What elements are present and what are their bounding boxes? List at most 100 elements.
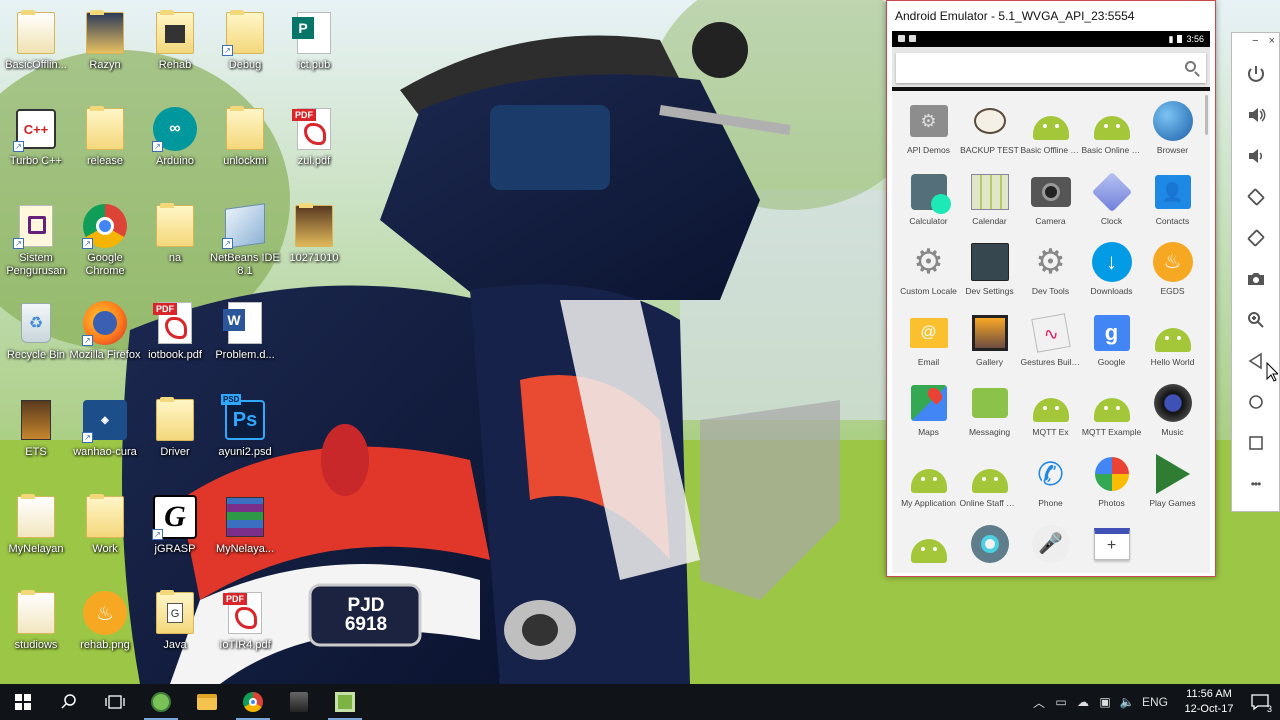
desktop-icon-mozilla-firefox[interactable]: ↗ Mozilla Firefox <box>69 290 141 382</box>
overview-button[interactable] <box>1241 422 1271 463</box>
desktop-icon-iotbook-pdf[interactable]: PDF iotbook.pdf <box>139 290 211 382</box>
app-add-widget[interactable]: + <box>1081 524 1142 573</box>
tray-volume[interactable]: 🔈 <box>1116 684 1138 720</box>
desktop-icon-problem-doc[interactable]: W Problem.d... <box>209 290 281 382</box>
app-email[interactable]: @ Email <box>898 313 959 384</box>
app-online-staff[interactable]: Online Staff M... <box>959 454 1020 525</box>
desktop-icon-iotir4-pdf[interactable]: PDF IoTIR4.pdf <box>209 580 281 672</box>
app-android-partial[interactable] <box>898 524 959 573</box>
desktop-icon-rehab[interactable]: Rehab <box>139 0 211 92</box>
show-hidden-icons-button[interactable]: ︿ <box>1028 684 1050 720</box>
volume-down-button[interactable] <box>1241 135 1271 176</box>
taskbar-file-explorer[interactable] <box>184 684 230 720</box>
app-dev-tools[interactable]: ⚙ Dev Tools <box>1020 242 1081 313</box>
app-voice-search[interactable]: 🎤 <box>1020 524 1081 573</box>
android-emulator-window[interactable]: Android Emulator - 5.1_WVGA_API_23:5554 … <box>886 0 1216 577</box>
app-hello-world[interactable]: Hello World <box>1142 313 1203 384</box>
close-button[interactable]: × <box>1269 35 1275 53</box>
app-calendar[interactable]: Calendar <box>959 172 1020 243</box>
desktop-icon-turbo-cpp[interactable]: C++ ↗ Turbo C++ <box>0 96 72 188</box>
desktop-icon-rehab-png[interactable]: ♨ rehab.png <box>69 580 141 672</box>
minimize-button[interactable]: − <box>1252 35 1258 53</box>
desktop-icon-ict-pub[interactable]: P ict.pub <box>278 0 350 92</box>
app-gestures-builder[interactable]: ∿ Gestures Build... <box>1020 312 1081 384</box>
task-view-button[interactable] <box>92 684 138 720</box>
app-basic-offline[interactable]: Basic Offline D... <box>1020 101 1081 172</box>
home-button[interactable] <box>1241 381 1271 422</box>
desktop-icon-work[interactable]: Work <box>69 484 141 576</box>
volume-up-button[interactable] <box>1241 94 1271 135</box>
desktop-icon-studiows[interactable]: studiows <box>0 580 72 672</box>
app-maps[interactable]: Maps <box>898 383 959 454</box>
more-options-button[interactable]: ••• <box>1241 463 1271 504</box>
zoom-button[interactable] <box>1241 299 1271 340</box>
app-custom-locale[interactable]: ⚙ Custom Locale <box>898 242 959 313</box>
desktop-icon-netbeans[interactable]: ↗ NetBeans IDE 8.1 <box>209 193 281 285</box>
tray-onedrive[interactable]: ☁ <box>1072 684 1094 720</box>
desktop-icon-ayuni2-psd[interactable]: Ps PSD ayuni2.psd <box>209 387 281 479</box>
desktop-icon-wanhao-cura[interactable]: ◈ ↗ wanhao-cura <box>69 387 141 479</box>
desktop-icon-arduino[interactable]: ∞ ↗ Arduino <box>139 96 211 188</box>
app-drawer-scrollbar[interactable] <box>1205 95 1208 135</box>
app-photos[interactable]: Photos <box>1081 454 1142 525</box>
app-settings[interactable] <box>959 524 1020 573</box>
screenshot-button[interactable] <box>1241 258 1271 299</box>
desktop-icon-sistem-pengurusan[interactable]: ↗ Sistem Pengurusan <box>0 193 72 285</box>
desktop-icon-ets[interactable]: ETS <box>0 387 72 479</box>
app-browser[interactable]: Browser <box>1142 101 1203 172</box>
taskbar-emulator[interactable] <box>322 684 368 720</box>
app-drawer[interactable]: ⚙ API Demos BACKUP TEST Basic Offline D..… <box>892 91 1210 573</box>
search-taskbar-button[interactable] <box>46 684 92 720</box>
rotate-right-button[interactable] <box>1241 217 1271 258</box>
app-music[interactable]: Music <box>1142 383 1203 454</box>
tray-battery[interactable]: ▭ <box>1050 684 1072 720</box>
desktop-icon-debug[interactable]: ↗ Debug <box>209 0 281 92</box>
app-phone[interactable]: ✆ Phone <box>1020 454 1081 525</box>
app-clock[interactable]: Clock <box>1081 171 1142 243</box>
app-downloads[interactable]: ↓ Downloads <box>1081 242 1142 313</box>
emulator-screen[interactable]: ▮ 3:56 ⚙ API Demos BACKUP TEST Basic Offl… <box>892 31 1210 573</box>
taskbar-clock[interactable]: 11:56 AM 12-Oct-17 <box>1178 687 1240 717</box>
power-button[interactable] <box>1241 53 1271 94</box>
app-mqtt-ex[interactable]: MQTT Ex <box>1020 383 1081 454</box>
search-icon[interactable] <box>1185 61 1196 72</box>
desktop-icon-jgrasp[interactable]: G ↗ jGRASP <box>139 484 211 576</box>
app-google[interactable]: g Google <box>1081 313 1142 384</box>
desktop-icon-google-chrome[interactable]: ↗ Google Chrome <box>69 193 141 285</box>
app-gallery[interactable]: Gallery <box>959 313 1020 384</box>
app-my-application[interactable]: My Application <box>898 454 959 525</box>
tray-network[interactable]: ▣ <box>1094 684 1116 720</box>
app-calculator[interactable]: Calculator <box>898 172 959 243</box>
app-contacts[interactable]: 👤 Contacts <box>1142 172 1203 243</box>
taskbar-android-studio[interactable] <box>138 684 184 720</box>
tray-language[interactable]: ENG <box>1138 684 1172 720</box>
app-egds[interactable]: ♨ EGDS <box>1142 242 1203 313</box>
app-search-input[interactable] <box>896 53 1206 83</box>
app-basic-online[interactable]: Basic Online D... <box>1081 101 1142 172</box>
desktop-icon-mynelayan-archive[interactable]: MyNelaya... <box>209 484 281 576</box>
start-button[interactable] <box>0 684 46 720</box>
app-dev-settings[interactable]: Dev Settings <box>959 242 1020 313</box>
taskbar-screen-recorder[interactable] <box>276 684 322 720</box>
app-api-demos[interactable]: ⚙ API Demos <box>898 101 959 172</box>
desktop-icon-unlockmi[interactable]: unlockmi <box>209 96 281 188</box>
emulator-title-bar[interactable]: Android Emulator - 5.1_WVGA_API_23:5554 <box>887 1 1215 31</box>
action-center-button[interactable]: 3 <box>1240 684 1280 720</box>
desktop-icon-razyn[interactable]: Razyn <box>69 0 141 92</box>
desktop-icon-na[interactable]: na <box>139 193 211 285</box>
desktop-icon-zul-pdf[interactable]: PDF zul.pdf <box>278 96 350 188</box>
app-messaging[interactable]: Messaging <box>959 383 1020 454</box>
desktop-icon-mynelayan[interactable]: MyNelayan <box>0 484 72 576</box>
desktop-icon-10271010[interactable]: 10271010 <box>278 193 350 285</box>
taskbar-google-chrome[interactable] <box>230 684 276 720</box>
app-mqtt-example[interactable]: MQTT Example <box>1081 383 1142 454</box>
desktop-icon-basicoffline[interactable]: BasicOfflin... <box>0 0 72 92</box>
desktop-icon-release[interactable]: release <box>69 96 141 188</box>
desktop-icon-java[interactable]: G Java <box>139 580 211 672</box>
desktop-icon-recycle-bin[interactable]: ♻ Recycle Bin <box>0 290 72 382</box>
app-camera[interactable]: Camera <box>1020 172 1081 243</box>
app-play-games[interactable]: Play Games <box>1142 453 1203 525</box>
rotate-left-button[interactable] <box>1241 176 1271 217</box>
desktop-icon-driver[interactable]: Driver <box>139 387 211 479</box>
app-backup-test[interactable]: BACKUP TEST <box>959 101 1020 172</box>
